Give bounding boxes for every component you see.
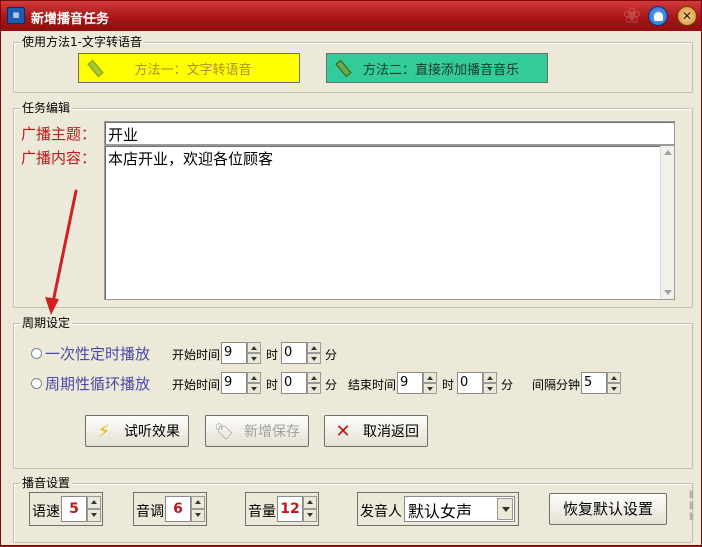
task-group-legend: 任务编辑 [20, 101, 73, 115]
pitch-label: 音调 [136, 504, 164, 520]
reset-default-button[interactable]: 恢复默认设置 [549, 493, 667, 525]
cycle-end-hour-input[interactable]: 9 [397, 372, 423, 394]
once-hour-unit: 时 [266, 348, 279, 362]
cycle-end-min-unit: 分 [501, 378, 514, 392]
pitch-spinner[interactable] [191, 496, 205, 522]
method1-button[interactable]: 方法一：文字转语音 [78, 53, 300, 83]
pitch-input[interactable]: 6 [165, 496, 191, 522]
speed-spinner[interactable] [87, 496, 101, 522]
broadcast-group-legend: 播音设置 [20, 476, 73, 490]
app-icon: ▦ [7, 7, 25, 24]
preview-button[interactable]: ⚡ 试听效果 [85, 415, 189, 447]
method2-button[interactable]: 方法二：直接添加播音音乐 [326, 53, 548, 83]
content-textarea[interactable]: 本店开业，欢迎各位顾客 [104, 145, 675, 300]
volume-input[interactable]: 12 [277, 496, 303, 522]
cycle-end-min-spinner[interactable] [483, 372, 497, 394]
cycle-radio[interactable] [31, 378, 42, 389]
content-label: 广播内容： [21, 149, 97, 167]
speed-input[interactable]: 5 [61, 496, 87, 522]
method-group-legend: 使用方法1-文字转语音 [20, 35, 144, 49]
scroll-up-icon[interactable] [664, 150, 672, 155]
content-scrollbar[interactable] [660, 146, 674, 299]
chevron-down-icon[interactable] [497, 498, 513, 520]
cycle-label: 周期性循环播放 [45, 375, 151, 393]
interval-spinner[interactable] [607, 372, 621, 394]
scroll-down-icon[interactable] [664, 290, 672, 295]
lightning-icon: ⚡ [97, 420, 111, 442]
once-label: 一次性定时播放 [45, 345, 151, 363]
subject-input[interactable]: 开业 [104, 121, 675, 145]
interval-input[interactable]: 5 [581, 372, 607, 394]
close-x-icon: ✕ [335, 420, 351, 442]
subject-label: 广播主题： [21, 125, 97, 143]
speed-label: 语速 [32, 504, 60, 520]
method-group: 使用方法1-文字转语音 方法一：文字转语音 方法二：直接添加播音音乐 [13, 35, 693, 93]
cycle-start-min-spinner[interactable] [307, 372, 321, 394]
window-title: 新增播音任务 [31, 12, 110, 27]
cycle-start-hour-spinner[interactable] [247, 372, 261, 394]
cycle-group-legend: 周期设定 [20, 316, 73, 330]
dialog-window: ▦ 新增播音任务 ❀ ✕ 使用方法1-文字转语音 方法一：文字转语音 方法二：直… [0, 0, 702, 546]
close-icon[interactable]: ✕ [677, 6, 697, 26]
speaker-label: 发音人 [360, 504, 402, 520]
once-start-min-spinner[interactable] [307, 342, 321, 364]
cycle-end-min-input[interactable]: 0 [457, 372, 483, 394]
volume-spinner[interactable] [303, 496, 317, 522]
cycle-min-unit: 分 [325, 378, 338, 392]
once-start-hour-input[interactable]: 9 [221, 342, 247, 364]
cycle-start-hour-input[interactable]: 9 [221, 372, 247, 394]
cycle-end-label: 结束时间 [348, 378, 397, 392]
cycle-end-hour-unit: 时 [442, 378, 455, 392]
pencil-icon [87, 60, 103, 76]
once-start-hour-spinner[interactable] [247, 342, 261, 364]
watermark-decoration: ▮▮▮ [686, 489, 697, 522]
pencil-icon [335, 60, 351, 76]
tag-icon: 🏷 [213, 421, 235, 441]
speaker-select[interactable]: 默认女声 [404, 496, 515, 522]
save-button[interactable]: 🏷 新增保存 [205, 415, 309, 447]
cycle-start-label: 开始时间 [172, 378, 221, 392]
cycle-start-min-input[interactable]: 0 [281, 372, 307, 394]
cycle-hour-unit: 时 [266, 378, 279, 392]
once-start-min-input[interactable]: 0 [281, 342, 307, 364]
cancel-button[interactable]: ✕ 取消返回 [324, 415, 428, 447]
title-bar[interactable]: ▦ 新增播音任务 ❀ ✕ [1, 1, 701, 31]
once-min-unit: 分 [325, 348, 338, 362]
volume-label: 音量 [248, 504, 276, 520]
cycle-end-hour-spinner[interactable] [423, 372, 437, 394]
once-radio[interactable] [31, 348, 42, 359]
help-icon[interactable] [648, 6, 668, 26]
interval-label: 间隔分钟 [532, 378, 581, 392]
once-start-label: 开始时间 [172, 348, 221, 362]
decoration-icon: ❀ [622, 4, 641, 29]
